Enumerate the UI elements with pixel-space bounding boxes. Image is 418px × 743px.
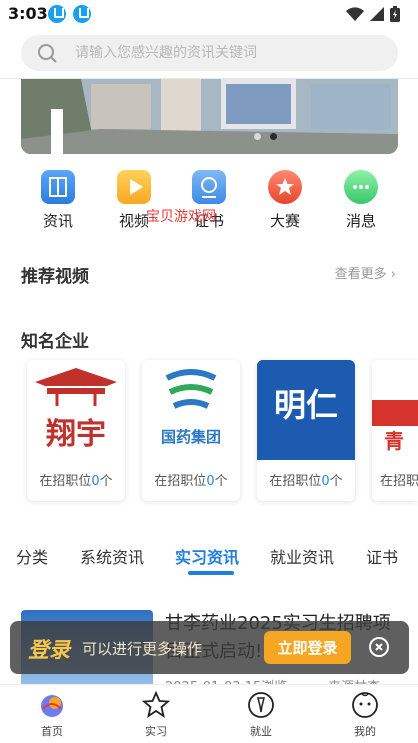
profile-icon <box>351 691 379 719</box>
quick-nav-label: 大赛 <box>269 212 300 230</box>
company-card[interactable]: 青 在招职位 <box>372 360 418 501</box>
company-positions: 在招职位0个 <box>269 474 343 489</box>
tab-system-news[interactable]: 系统资讯 <box>80 544 144 568</box>
certificate-icon <box>192 170 226 204</box>
download-icon <box>48 5 66 23</box>
search-bar[interactable] <box>21 35 398 71</box>
star-icon <box>141 690 171 719</box>
quick-nav-label: 消息 <box>345 212 376 230</box>
company-logo-text: 翔宇 <box>46 417 106 452</box>
search-input[interactable] <box>75 35 385 71</box>
company-positions: 在招职位 <box>380 474 418 489</box>
company-logo: 国药集团 <box>142 360 240 460</box>
banner-carousel[interactable] <box>21 79 398 154</box>
active-tab-indicator <box>188 571 234 575</box>
company-card[interactable]: 国药集团 在招职位0个 <box>142 360 240 501</box>
view-more-link[interactable]: 查看更多 › <box>335 263 396 282</box>
company-card[interactable]: 翔宇 在招职位0个 <box>27 360 125 501</box>
login-prompt-banner: 登录 可以进行更多操作 立即登录 <box>10 621 409 674</box>
carousel-dot-active[interactable] <box>270 133 277 140</box>
bottom-nav-internship[interactable]: 实习 <box>126 690 186 739</box>
login-button[interactable]: 立即登录 <box>264 631 351 664</box>
company-logo: 翔宇 <box>27 360 125 460</box>
close-icon[interactable] <box>369 637 389 657</box>
video-icon <box>117 170 151 204</box>
news-icon <box>41 170 75 204</box>
competition-icon <box>268 170 302 204</box>
carousel-dot[interactable] <box>254 133 261 140</box>
download-icon <box>73 5 91 23</box>
company-positions: 在招职位0个 <box>39 474 113 489</box>
view-more-label: 查看更多 <box>334 267 387 282</box>
wifi-icon <box>346 7 364 21</box>
tab-category[interactable]: 分类 <box>16 544 48 568</box>
chevron-right-icon: › <box>390 267 396 282</box>
briefcase-icon <box>247 691 275 719</box>
section-title-companies: 知名企业 <box>21 332 89 352</box>
company-logo-text: 国药集团 <box>161 428 221 446</box>
login-hint: 可以进行更多操作 <box>82 640 203 658</box>
bottom-nav-label: 就业 <box>250 725 272 738</box>
bottom-nav: 首页 实习 就业 我的 <box>0 684 418 743</box>
quick-nav-competition[interactable]: 大赛 <box>255 170 315 231</box>
overlay-watermark-text: 宝贝游戏网 <box>146 209 216 225</box>
company-card[interactable]: 明仁 在招职位0个 <box>257 360 355 501</box>
bottom-nav-employment[interactable]: 就业 <box>231 691 291 739</box>
bottom-nav-home[interactable]: 首页 <box>22 691 82 739</box>
home-icon <box>38 691 66 719</box>
message-icon <box>344 170 378 204</box>
tab-employment-news[interactable]: 就业资讯 <box>270 544 334 568</box>
search-icon <box>38 44 57 63</box>
bottom-nav-profile[interactable]: 我的 <box>335 691 395 739</box>
bottom-nav-label: 实习 <box>145 725 167 738</box>
banner-image <box>21 79 398 154</box>
status-time: 3:03 <box>8 4 48 23</box>
quick-nav-message[interactable]: 消息 <box>331 170 391 231</box>
section-title-videos: 推荐视频 <box>21 267 89 287</box>
battery-icon <box>390 6 400 22</box>
bottom-nav-label: 我的 <box>354 725 376 738</box>
company-logo-text: 青 <box>384 429 404 453</box>
tab-internship-news[interactable]: 实习资讯 <box>175 544 239 568</box>
status-bar: 3:03 <box>0 0 418 30</box>
company-positions: 在招职位0个 <box>154 474 228 489</box>
login-title: 登录 <box>28 638 70 662</box>
company-logo: 青 <box>372 360 418 460</box>
bottom-nav-label: 首页 <box>41 725 63 738</box>
quick-nav-news[interactable]: 资讯 <box>28 170 88 231</box>
company-logo: 明仁 <box>257 360 355 460</box>
system-icons <box>346 6 400 22</box>
quick-nav-label: 资讯 <box>42 212 73 230</box>
company-logo-text: 明仁 <box>274 386 338 424</box>
signal-icon <box>370 7 384 21</box>
tab-certificate[interactable]: 证书 <box>366 544 398 568</box>
